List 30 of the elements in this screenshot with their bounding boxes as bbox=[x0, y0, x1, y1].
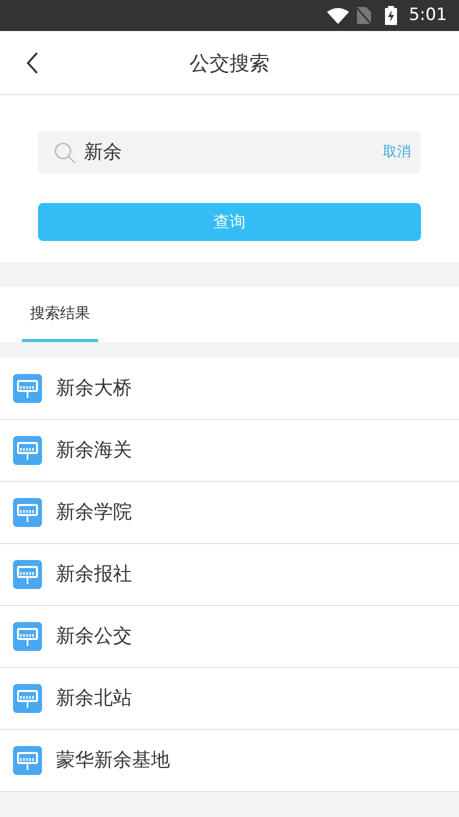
result-row[interactable]: 新余公交 bbox=[0, 606, 459, 668]
stop-name: 新余北站 bbox=[56, 686, 132, 712]
bus-stop-icon bbox=[13, 622, 42, 651]
results-tab[interactable]: 搜索结果 bbox=[22, 287, 98, 342]
bus-stop-icon bbox=[13, 746, 42, 775]
wifi-icon bbox=[326, 8, 349, 24]
stop-name: 新余海关 bbox=[56, 438, 132, 464]
back-icon bbox=[25, 51, 39, 75]
bus-stop-icon bbox=[13, 684, 42, 713]
search-field[interactable]: 新余 取消 bbox=[38, 131, 421, 174]
stop-name: 新余公交 bbox=[56, 624, 132, 650]
result-row[interactable]: 蒙华新余基地 bbox=[0, 730, 459, 792]
page-title: 公交搜索 bbox=[190, 50, 270, 76]
battery-icon bbox=[384, 6, 397, 25]
stop-name: 新余大桥 bbox=[56, 376, 132, 402]
result-row[interactable]: 新余学院 bbox=[0, 482, 459, 544]
stop-name: 蒙华新余基地 bbox=[56, 748, 170, 774]
bus-stop-icon bbox=[13, 436, 42, 465]
no-sim-icon bbox=[356, 7, 371, 24]
bus-stop-icon bbox=[13, 374, 42, 403]
stop-name: 新余学院 bbox=[56, 500, 132, 526]
stop-name: 新余报社 bbox=[56, 562, 132, 588]
bus-stop-icon bbox=[13, 560, 42, 589]
result-row[interactable]: 新余大桥 bbox=[0, 358, 459, 420]
result-row[interactable]: 新余北站 bbox=[0, 668, 459, 730]
result-row[interactable]: 新余报社 bbox=[0, 544, 459, 606]
status-time: 5:01 bbox=[408, 4, 447, 27]
result-row[interactable]: 新余海关 bbox=[0, 420, 459, 482]
bus-stop-icon bbox=[13, 498, 42, 527]
search-icon bbox=[54, 142, 76, 164]
